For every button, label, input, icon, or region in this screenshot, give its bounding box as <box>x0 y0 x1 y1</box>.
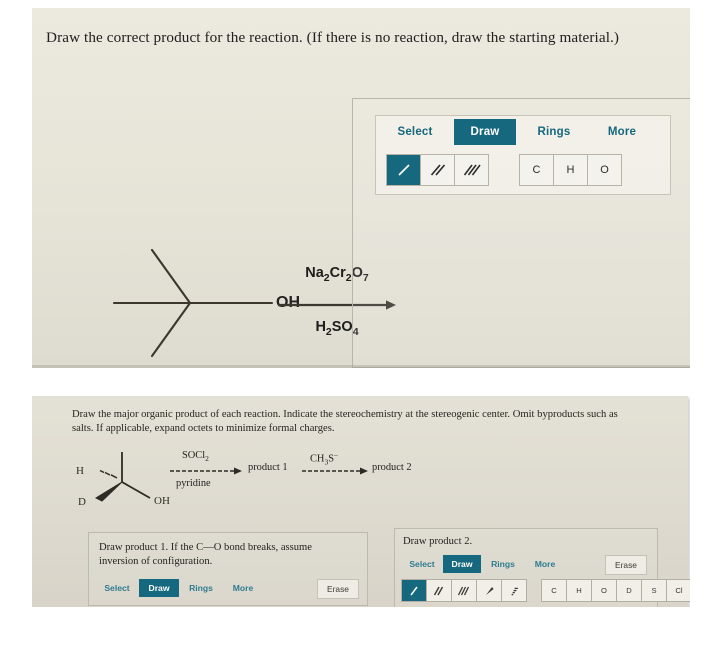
single-bond-icon[interactable] <box>402 580 427 601</box>
instruction-text: Draw the major organic product of each r… <box>72 408 652 437</box>
element-tool-group-product2: C H O D S Cl <box>541 579 692 602</box>
reagent-methanethiolate: CH3S– <box>310 450 338 467</box>
question-panel-top: Draw the correct product for the reactio… <box>32 8 692 368</box>
wedge-bond-icon[interactable] <box>477 580 502 601</box>
page-margin-right <box>690 0 720 651</box>
triple-bond-icon[interactable] <box>455 155 488 185</box>
tab-rings-product1[interactable]: Rings <box>183 579 219 597</box>
element-button-h[interactable]: H <box>567 580 592 601</box>
instruction-line-2: salts. If applicable, expand octets to m… <box>72 423 335 435</box>
bond-tool-group-product2 <box>401 579 527 602</box>
page-title: Draw the correct product for the reactio… <box>46 29 620 46</box>
triple-bond-icon[interactable] <box>452 580 477 601</box>
product2-prompt: Draw product 2. <box>403 536 473 547</box>
element-tool-row-top: C H O <box>519 154 622 186</box>
tab-select-product2[interactable]: Select <box>403 555 441 573</box>
atom-label-oh: OH <box>154 495 170 507</box>
element-button-cl[interactable]: Cl <box>667 580 691 601</box>
double-bond-icon[interactable] <box>427 580 452 601</box>
atom-label-d: D <box>78 496 86 508</box>
molecule-drawing-canvas-product1[interactable]: Draw product 1. If the C—O bond breaks, … <box>88 532 368 606</box>
tab-draw[interactable]: Draw <box>454 119 516 145</box>
erase-button-product1[interactable]: Erase <box>317 579 359 599</box>
single-bond-icon[interactable] <box>387 155 421 185</box>
element-button-o[interactable]: O <box>588 155 621 185</box>
product1-prompt-line-1: Draw product 1. If the C—O bond breaks, … <box>99 542 313 553</box>
bond-tool-row-top <box>386 154 489 186</box>
double-bond-icon[interactable] <box>421 155 455 185</box>
bond-tool-group-top <box>386 154 489 186</box>
label-product-2: product 2 <box>372 462 412 473</box>
label-product-1: product 1 <box>248 462 288 473</box>
page-margin-bottom <box>0 607 720 651</box>
molecule-drawing-canvas-top[interactable]: Select Draw Rings More C H O <box>352 98 692 368</box>
tab-draw-product2[interactable]: Draw <box>443 555 481 573</box>
element-button-c[interactable]: C <box>520 155 554 185</box>
hash-bond-icon[interactable] <box>502 580 526 601</box>
element-tool-group-top: C H O <box>519 154 622 186</box>
arrow-step2-icon <box>302 467 368 475</box>
tab-rings-product2[interactable]: Rings <box>485 555 521 573</box>
element-button-s[interactable]: S <box>642 580 667 601</box>
tab-select[interactable]: Select <box>384 119 446 145</box>
reagent-socl2: SOCl2 <box>182 450 209 464</box>
page-margin-top <box>0 0 720 8</box>
tab-more[interactable]: More <box>594 119 650 145</box>
arrow-step1-icon <box>170 467 242 475</box>
erase-button-product2[interactable]: Erase <box>605 555 647 575</box>
product1-prompt-line-2: inversion of configuration. <box>99 556 213 568</box>
toolbar-tabs-top: Select Draw Rings More <box>376 116 670 148</box>
product1-prompt: Draw product 1. If the C—O bond breaks, … <box>99 541 349 570</box>
element-button-c[interactable]: C <box>542 580 567 601</box>
page-margin-left <box>0 0 32 651</box>
instruction-line-1: Draw the major organic product of each r… <box>72 409 618 420</box>
element-button-h[interactable]: H <box>554 155 588 185</box>
reaction-scheme-bottom: SOCl2 pyridine product 1 CH3S– product 2 <box>170 450 420 510</box>
tab-rings[interactable]: Rings <box>526 119 582 145</box>
element-button-o[interactable]: O <box>592 580 617 601</box>
tab-more-product1[interactable]: More <box>225 579 261 597</box>
tab-more-product2[interactable]: More <box>527 555 563 573</box>
panel-gap <box>0 368 720 396</box>
solvent-pyridine: pyridine <box>176 478 211 489</box>
molecule-drawing-canvas-product2[interactable]: Draw product 2. Select Draw Rings More E… <box>394 528 692 608</box>
drawing-toolbar-top: Select Draw Rings More C H O <box>375 115 671 195</box>
atom-label-h: H <box>76 465 84 477</box>
tab-select-product1[interactable]: Select <box>97 579 137 597</box>
element-button-d[interactable]: D <box>617 580 642 601</box>
tab-draw-product1[interactable]: Draw <box>139 579 179 597</box>
